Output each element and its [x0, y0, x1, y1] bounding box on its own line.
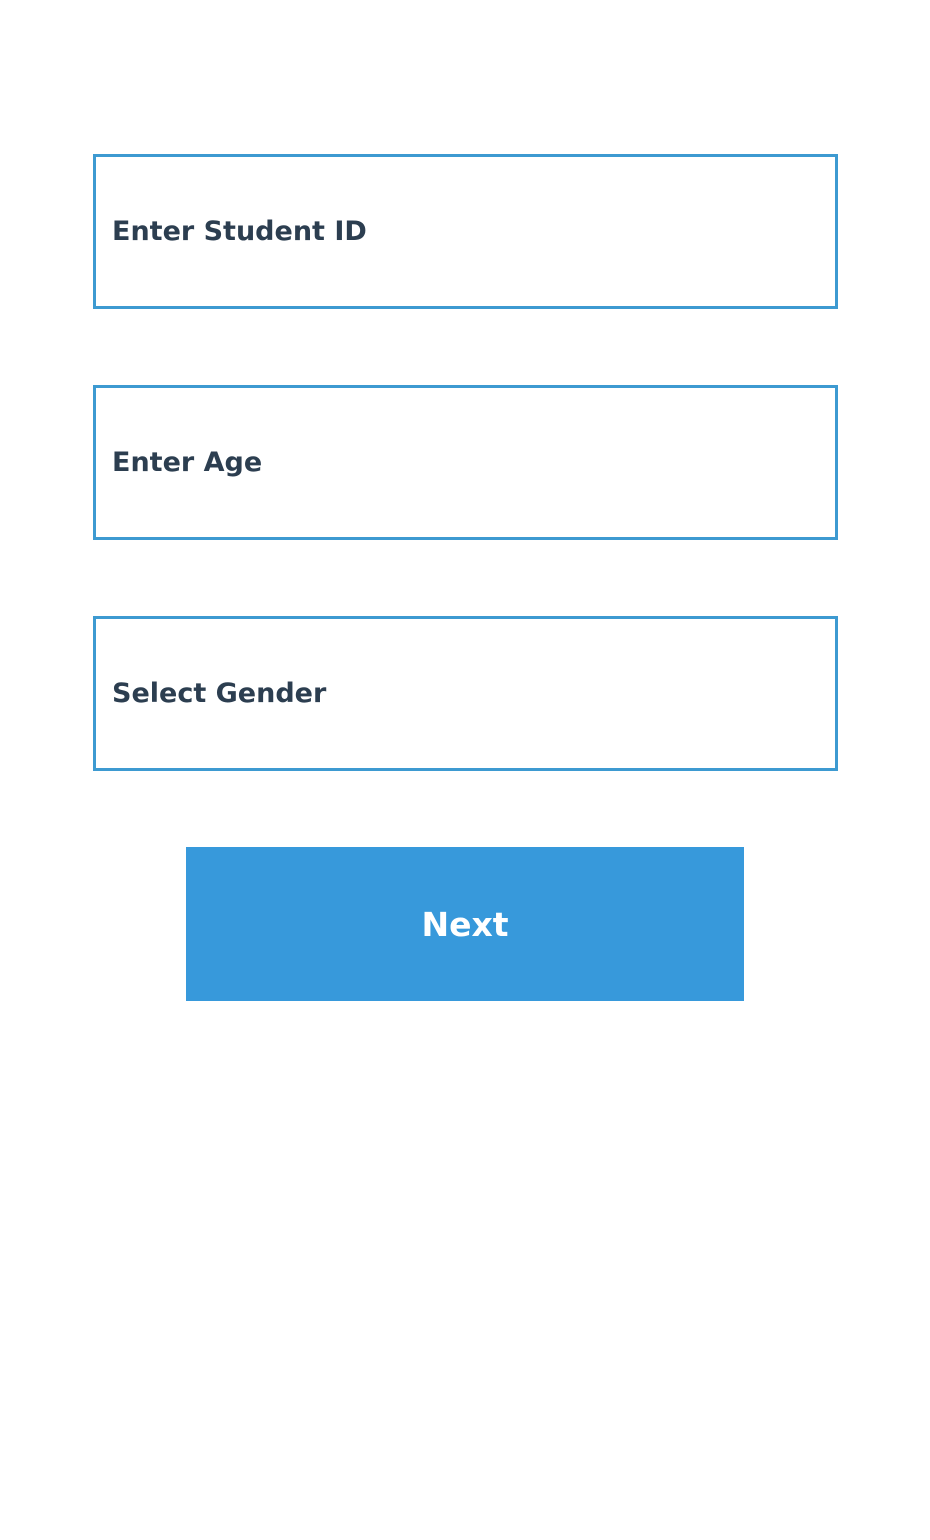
age-input[interactable] [112, 388, 835, 537]
gender-select[interactable]: Select Gender [93, 616, 838, 771]
student-id-field-box[interactable] [93, 154, 838, 309]
age-field-box[interactable] [93, 385, 838, 540]
gender-select-label: Select Gender [112, 678, 327, 709]
next-button[interactable]: Next [186, 847, 744, 1001]
student-id-input[interactable] [112, 157, 835, 306]
student-form: Select Gender Next [0, 0, 930, 1540]
